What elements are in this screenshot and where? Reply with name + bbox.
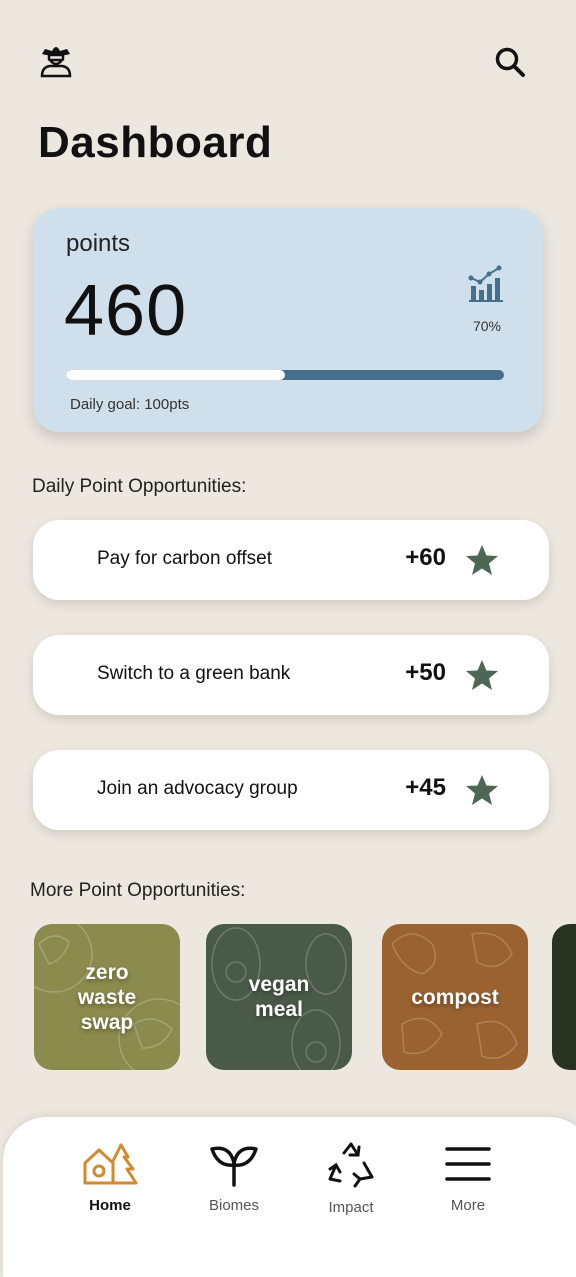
bar-chart-trend-icon	[468, 265, 503, 302]
opportunity-tile-zero-waste-swap[interactable]: zero waste swap	[34, 924, 180, 1070]
nav-biomes[interactable]: Biomes	[184, 1141, 284, 1214]
tile-label: compost	[411, 985, 499, 1009]
opportunity-points: +50	[405, 659, 446, 686]
opportunity-row[interactable]: Pay for carbon offset +60	[33, 520, 549, 600]
points-card[interactable]: points 460 70% Daily goal: 100pts	[33, 208, 543, 432]
opportunity-row[interactable]: Switch to a green bank +50	[33, 635, 549, 715]
tile-label: zero waste swap	[77, 960, 137, 1034]
daily-opportunities-heading: Daily Point Opportunities:	[32, 476, 247, 497]
star-icon	[466, 660, 498, 690]
daily-goal: Daily goal: 100pts	[70, 396, 190, 413]
home-icon	[83, 1143, 138, 1185]
daily-progress-bar	[66, 370, 504, 380]
cowboy-avatar-icon	[40, 47, 72, 78]
bottom-nav: Home Biomes Impact More	[3, 1117, 576, 1277]
star-icon	[466, 545, 498, 575]
nav-more[interactable]: More	[418, 1141, 518, 1214]
points-value: 460	[64, 271, 188, 351]
opportunity-tile-compost[interactable]: compost	[382, 924, 528, 1070]
nav-home[interactable]: Home	[60, 1141, 160, 1214]
recycle-icon	[328, 1142, 374, 1188]
star-icon	[466, 775, 498, 805]
nav-impact[interactable]: Impact	[301, 1141, 401, 1216]
nav-label: Impact	[328, 1199, 374, 1216]
page-title: Dashboard	[38, 118, 273, 167]
nav-label: Biomes	[208, 1197, 260, 1214]
daily-progress-fill	[66, 370, 285, 380]
opportunity-label: Pay for carbon offset	[97, 548, 272, 569]
opportunity-tile-partial[interactable]	[552, 924, 576, 1070]
points-label: points	[66, 230, 131, 257]
opportunity-label: Join an advocacy group	[97, 778, 298, 799]
sprout-icon	[210, 1146, 258, 1187]
opportunity-points: +45	[405, 774, 446, 801]
nav-label: Home	[89, 1197, 131, 1214]
search-icon	[495, 47, 525, 77]
more-opportunities-heading: More Point Opportunities:	[30, 880, 246, 901]
opportunity-row[interactable]: Join an advocacy group +45	[33, 750, 549, 830]
profile-button[interactable]	[34, 40, 78, 80]
nav-label: More	[450, 1197, 486, 1214]
tile-label: vegan meal	[248, 973, 310, 1021]
opportunity-points: +60	[405, 544, 446, 571]
opportunity-tile-vegan-meal[interactable]: vegan meal	[206, 924, 352, 1070]
opportunity-label: Switch to a green bank	[97, 663, 291, 684]
menu-icon	[445, 1147, 491, 1181]
trend-percent: 70%	[472, 318, 501, 334]
search-button[interactable]	[490, 42, 530, 82]
